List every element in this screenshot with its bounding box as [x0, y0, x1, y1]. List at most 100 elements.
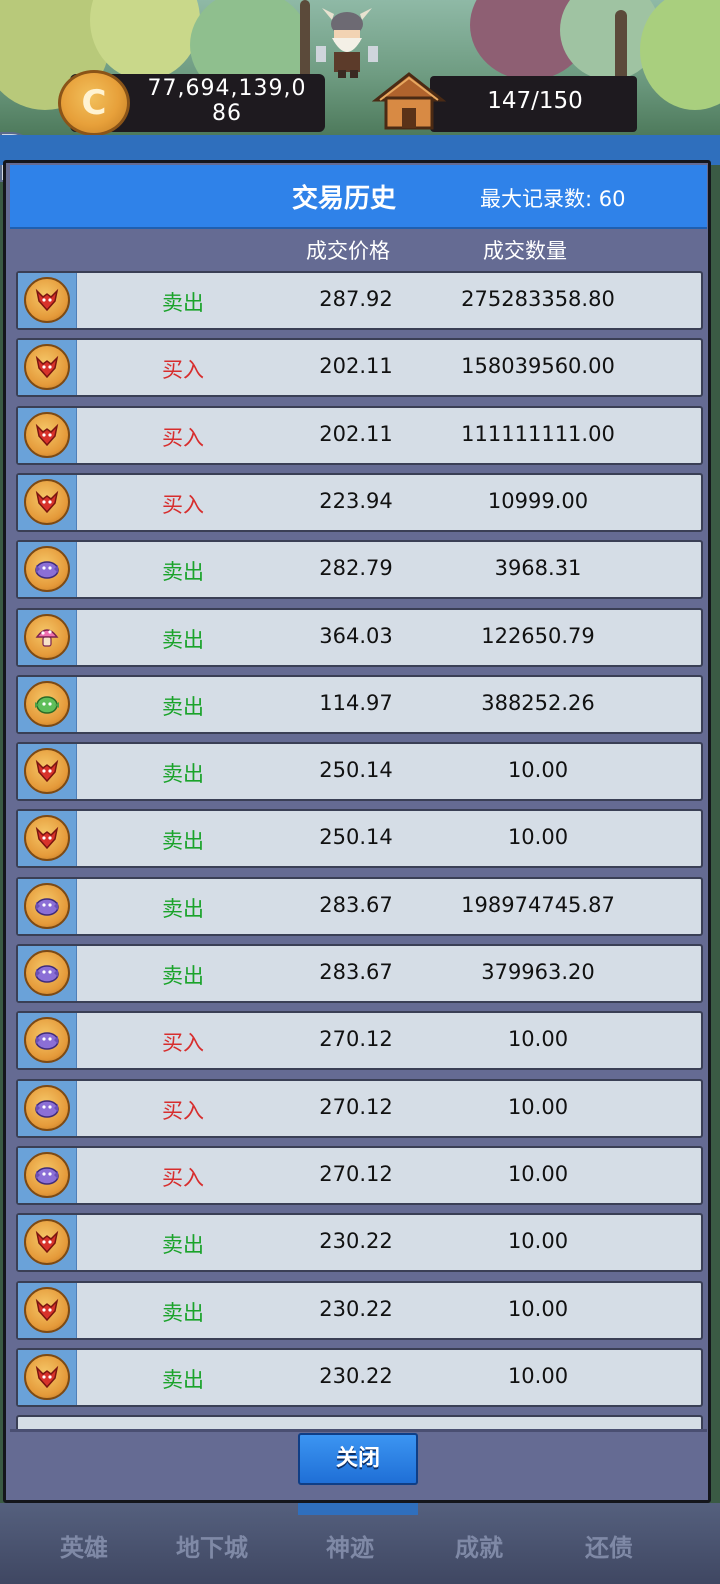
row-icon-cell — [18, 1215, 77, 1271]
trade-quantity: 158039560.00 — [461, 354, 615, 379]
trade-action: 买入 — [162, 1098, 204, 1123]
row-icon-cell — [18, 340, 77, 396]
trade-action: 卖出 — [162, 829, 204, 854]
trade-action: 卖出 — [162, 896, 204, 921]
gold-amount-line1: 77,694,139,0 — [147, 76, 307, 101]
trade-price: 283.67 — [319, 892, 393, 917]
column-header-price: 成交价格 — [306, 239, 390, 263]
trade-quantity: 10.00 — [507, 1363, 569, 1388]
trade-price: 270.12 — [319, 1094, 393, 1119]
trade-quantity: 10.00 — [507, 1229, 569, 1254]
row-icon-cell — [18, 1013, 77, 1069]
row-icon-cell — [18, 273, 77, 328]
trade-row[interactable]: 买入 223.94 10999.00 — [16, 472, 703, 532]
dragon-token-icon — [24, 344, 70, 391]
dragon-token-icon — [24, 277, 70, 323]
trade-action: 买入 — [162, 1031, 204, 1056]
trade-action: 卖出 — [162, 694, 204, 719]
trade-row[interactable]: 卖出 283.67 198974745.87 — [16, 876, 703, 936]
trade-price: 223.94 — [319, 488, 393, 513]
nav-item-heroes[interactable]: 英雄 — [60, 1528, 108, 1563]
trade-row[interactable]: 卖出 287.92 275283358.80 — [16, 271, 703, 330]
trade-row[interactable]: 买入 270.12 10.00 — [16, 1078, 703, 1138]
purple-fish-token-icon — [24, 882, 70, 929]
trade-price: 250.14 — [319, 758, 393, 783]
trade-action: 买入 — [162, 358, 204, 383]
purple-fish-token-icon — [24, 546, 70, 593]
bush-shape — [90, 0, 200, 80]
nav-item-achievements[interactable]: 成就 — [455, 1528, 503, 1563]
trade-row[interactable]: 买入 270.12 10.00 — [16, 1145, 703, 1205]
trade-row[interactable]: 买入 202.11 111111111.00 — [16, 405, 703, 465]
trade-row[interactable]: 买入 270.12 10.00 — [16, 1011, 703, 1071]
trade-row[interactable]: 卖出 283.67 379963.20 — [16, 944, 703, 1003]
trade-action: 卖出 — [162, 1367, 204, 1392]
trade-quantity: 198974745.87 — [461, 892, 615, 917]
trade-price: 230.22 — [319, 1296, 393, 1321]
trade-row[interactable]: 卖出 364.03 122650.79 — [16, 607, 703, 667]
trade-price: 230.22 — [319, 1229, 393, 1254]
row-icon-cell — [18, 744, 77, 800]
gold-amount: 77,694,139,0 86 — [132, 76, 322, 126]
purple-fish-token-icon — [24, 1017, 70, 1064]
trade-row[interactable]: 卖出 282.79 3968.31 — [16, 540, 703, 600]
row-icon-cell — [18, 946, 77, 1001]
row-icon-cell — [18, 676, 77, 732]
trade-action: 买入 — [162, 492, 204, 517]
gold-amount-line2: 86 — [212, 101, 242, 126]
dragon-token-icon — [24, 1286, 70, 1333]
house-icon[interactable] — [372, 70, 446, 134]
viking-hero-icon[interactable] — [312, 6, 382, 80]
trade-history-list[interactable]: 卖出 287.92 275283358.80 买入 202.11 158039560.00… — [16, 271, 704, 1429]
trade-price: 270.12 — [319, 1027, 393, 1052]
trade-action: 买入 — [162, 1165, 204, 1190]
trade-row[interactable]: 卖出 230.22 10.00 — [16, 1213, 703, 1273]
close-button[interactable]: 关闭 — [298, 1433, 418, 1485]
trade-action: 卖出 — [162, 964, 204, 988]
trade-row[interactable]: 买入 202.11 158039560.00 — [16, 338, 703, 398]
trade-row[interactable]: 卖出 230.22 10.00 — [16, 1280, 703, 1340]
trade-action: 卖出 — [162, 291, 204, 315]
nav-active-indicator — [298, 1503, 418, 1515]
dragon-token-icon — [24, 478, 70, 525]
trade-action: 卖出 — [162, 627, 204, 652]
goblin-token-icon — [24, 680, 70, 727]
trade-history-dialog: 交易历史 最大记录数: 60 成交价格 成交数量 卖出 287.92 2752833… — [3, 160, 711, 1503]
trade-row[interactable]: 卖出 250.14 10.00 — [16, 809, 703, 869]
trade-row[interactable]: 卖出 250.14 10.00 — [16, 742, 703, 802]
trade-action: 卖出 — [162, 1233, 204, 1258]
nav-item-miracle[interactable]: 神迹 — [326, 1528, 374, 1563]
trade-quantity: 10.00 — [507, 825, 569, 850]
row-icon-cell — [18, 474, 77, 530]
trade-price: 250.14 — [319, 825, 393, 850]
trade-price: 282.79 — [319, 556, 393, 581]
row-icon-cell — [18, 811, 77, 867]
trade-quantity: 10.00 — [507, 1296, 569, 1321]
trade-price: 364.03 — [319, 623, 393, 648]
trade-action: 卖出 — [162, 560, 204, 585]
trade-row[interactable]: 卖出 230.22 10.00 — [16, 1347, 703, 1407]
trade-quantity: 10.00 — [507, 1161, 569, 1186]
dragon-token-icon — [24, 411, 70, 458]
row-icon-cell — [18, 542, 77, 598]
population-count: 147/150 — [487, 88, 583, 114]
coin-symbol: C — [81, 83, 107, 123]
bush-shape — [640, 0, 720, 110]
trade-action: 卖出 — [162, 762, 204, 787]
dialog-title: 交易历史 — [292, 184, 397, 214]
footer-divider — [10, 1429, 707, 1432]
nav-item-dungeon[interactable]: 地下城 — [176, 1528, 248, 1563]
trade-row[interactable]: 卖出 114.97 388252.26 — [16, 674, 703, 734]
trade-action: 卖出 — [162, 1300, 204, 1325]
dragon-token-icon — [24, 1353, 70, 1400]
gold-coin-icon: C — [58, 70, 130, 136]
row-icon-cell — [18, 1282, 77, 1338]
row-icon-cell — [18, 609, 77, 665]
dialog-header: 交易历史 最大记录数: 60 — [10, 165, 707, 229]
purple-fish-token-icon — [24, 950, 70, 996]
trade-quantity: 275283358.80 — [461, 287, 615, 311]
nav-item-repay-debt[interactable]: 还债 — [585, 1528, 633, 1563]
trade-row-partial[interactable] — [16, 1415, 703, 1429]
mushroom-token-icon — [24, 613, 70, 660]
dragon-token-icon — [24, 1219, 70, 1266]
